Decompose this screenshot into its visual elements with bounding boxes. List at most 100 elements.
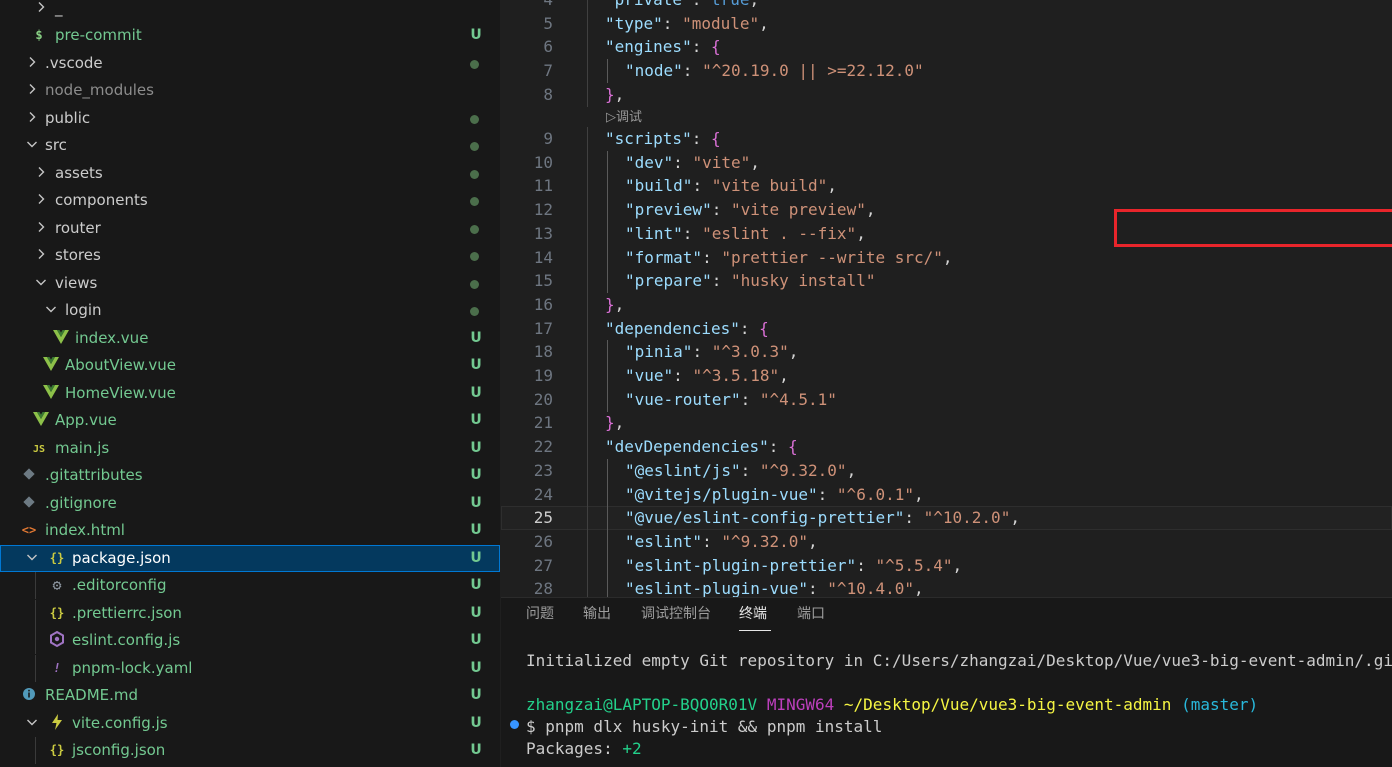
code-line-11[interactable]: 11 "build": "vite build",	[501, 174, 1392, 199]
chevron-right-icon[interactable]	[33, 164, 49, 180]
chevron-right-icon[interactable]	[33, 246, 49, 262]
code-line-27[interactable]: 27 "eslint-plugin-prettier": "^5.5.4",	[501, 553, 1392, 578]
code-line-28[interactable]: 28 "eslint-plugin-vue": "^10.4.0",	[501, 577, 1392, 597]
tab-ports[interactable]: 端口	[797, 604, 825, 624]
line-number: 23	[533, 460, 553, 480]
tab-problems[interactable]: 问题	[526, 604, 554, 624]
code-line-16[interactable]: 16},	[501, 292, 1392, 317]
tree-item-src[interactable]: src	[0, 132, 500, 159]
tree-item-homeview-vue[interactable]: HomeView.vue U	[0, 380, 500, 407]
file-explorer: _ $ pre-commit U .vscode node_modulespublic sr…	[0, 0, 500, 767]
tree-item-prettierrc-json[interactable]: {} .prettierrc.json U	[0, 600, 500, 627]
line-number: 13	[533, 223, 553, 243]
code-line-4[interactable]: 4 "private": true,	[501, 0, 1392, 12]
code-line-15[interactable]: 15 "prepare": "husky install"	[501, 269, 1392, 294]
tree-item-router[interactable]: router	[0, 215, 500, 242]
code-line-18[interactable]: 18 "pinia": "^3.0.3",	[501, 340, 1392, 365]
indent-guide	[587, 529, 588, 554]
indent-guide	[587, 150, 588, 175]
code-line-24[interactable]: 24 "@vitejs/plugin-vue": "^6.0.1",	[501, 482, 1392, 507]
highlight-annotation-box	[1114, 209, 1392, 247]
tree-item-public[interactable]: public	[0, 105, 500, 132]
tree-item-assets[interactable]: assets	[0, 160, 500, 187]
tree-item-gitignore[interactable]: .gitignore U	[0, 490, 500, 517]
line-number: 24	[533, 484, 553, 504]
code-line-6[interactable]: 6 "engines": {	[501, 35, 1392, 60]
tree-item-jsconfig-json[interactable]: {} jsconfig.json U	[0, 737, 500, 764]
tree-item-stores[interactable]: stores	[0, 242, 500, 269]
chevron-right-icon[interactable]	[33, 191, 49, 207]
tree-item-components[interactable]: components	[0, 187, 500, 214]
code-line-8[interactable]: 8},	[501, 82, 1392, 107]
tree-item-views[interactable]: views	[0, 270, 500, 297]
code-line-20[interactable]: 20 "vue-router": "^4.5.1"	[501, 387, 1392, 412]
tree-item-pre-commit[interactable]: $ pre-commit U	[0, 22, 500, 49]
tree-item-app-vue[interactable]: App.vue U	[0, 407, 500, 434]
tab-debug-console[interactable]: 调试控制台	[641, 604, 711, 624]
tree-item-label: index.vue	[75, 329, 149, 347]
code-line-9[interactable]: 9 "scripts": {	[501, 127, 1392, 151]
git-status-dot-icon	[470, 225, 479, 234]
tree-item-node-modules[interactable]: node_modules	[0, 77, 500, 104]
chevron-right-icon[interactable]	[33, 219, 49, 235]
tree-item-index-html[interactable]: <> index.html U	[0, 517, 500, 544]
code-line-22[interactable]: 22 "devDependencies": {	[501, 435, 1392, 460]
code-line-25[interactable]: 25 "@vue/eslint-config-prettier": "^10.2.…	[501, 506, 1392, 531]
tree-item-label: public	[45, 109, 91, 127]
command-status-dot-icon[interactable]	[510, 720, 519, 729]
indent-guide	[607, 245, 608, 270]
code-line-23[interactable]: 23 "@eslint/js": "^9.32.0",	[501, 458, 1392, 483]
info-icon	[20, 685, 38, 705]
tree-item-login[interactable]: login	[0, 297, 500, 324]
line-number: 21	[533, 413, 553, 433]
code-text: "preview": "vite preview",	[625, 200, 876, 220]
tree-item-eslint-config-js[interactable]: eslint.config.js U	[0, 627, 500, 654]
git-status-dot-icon	[470, 252, 479, 261]
chevron-right-icon[interactable]	[24, 54, 40, 70]
chevron-down-icon[interactable]	[24, 549, 40, 565]
chevron-right-icon[interactable]	[24, 109, 40, 125]
tab-terminal[interactable]: 终端	[739, 604, 767, 624]
code-line-7[interactable]: 7 "node": "^20.19.0 || >=22.12.0"	[501, 59, 1392, 84]
untracked-badge: U	[470, 715, 482, 731]
indent-guide	[35, 600, 36, 627]
tree-item-editorconfig[interactable]: ⚙ .editorconfig U	[0, 572, 500, 599]
chevron-right-icon[interactable]	[24, 81, 40, 97]
tree-item-vite-config-js[interactable]: vite.config.js U	[0, 710, 500, 737]
indent-guide	[587, 435, 588, 460]
code-line-14[interactable]: 14 "format": "prettier --write src/",	[501, 245, 1392, 270]
git-status-dot-icon	[470, 307, 479, 316]
untracked-badge: U	[470, 550, 482, 566]
line-number: 26	[533, 531, 553, 551]
tree-item-index-vue[interactable]: index.vue U	[0, 325, 500, 352]
tree-item-gitattributes[interactable]: .gitattributes U	[0, 462, 500, 489]
code-text: },	[605, 413, 625, 433]
tree-item-main-js[interactable]: JS main.js U	[0, 435, 500, 462]
indent-guide	[607, 387, 608, 412]
tree-item-label: assets	[55, 164, 103, 182]
code-editor[interactable]: 4 "private": true, 5 "type": "module", 6 "eng…	[501, 0, 1392, 597]
tree-item-vscode[interactable]: .vscode	[0, 50, 500, 77]
chevron-right-icon[interactable]	[33, 0, 49, 15]
chevron-down-icon[interactable]	[24, 136, 40, 152]
tree-item-label: main.js	[55, 439, 110, 457]
chevron-down-icon[interactable]	[33, 274, 49, 290]
tree-item-aboutview-vue[interactable]: AboutView.vue U	[0, 352, 500, 379]
debug-codelens[interactable]: ▷调试	[606, 107, 642, 129]
code-text: "engines": {	[605, 37, 721, 57]
chevron-down-icon[interactable]	[24, 714, 40, 730]
code-line-19[interactable]: 19 "vue": "^3.5.18",	[501, 364, 1392, 388]
tab-output[interactable]: 输出	[583, 604, 611, 624]
indent-guide	[587, 387, 588, 412]
tree-item-[interactable]: _	[0, 0, 500, 22]
code-line-17[interactable]: 17 "dependencies": {	[501, 316, 1392, 341]
code-line-26[interactable]: 26 "eslint": "^9.32.0",	[501, 529, 1392, 554]
code-line-21[interactable]: 21},	[501, 411, 1392, 436]
code-text: },	[605, 294, 625, 314]
chevron-down-icon[interactable]	[43, 301, 59, 317]
tree-item-readme-md[interactable]: README.md U	[0, 682, 500, 709]
tree-item-package-json[interactable]: {} package.json U	[0, 545, 500, 572]
code-line-5[interactable]: 5 "type": "module",	[501, 11, 1392, 36]
tree-item-pnpm-lock-yaml[interactable]: ! pnpm-lock.yaml U	[0, 655, 500, 682]
code-line-10[interactable]: 10 "dev": "vite",	[501, 150, 1392, 175]
